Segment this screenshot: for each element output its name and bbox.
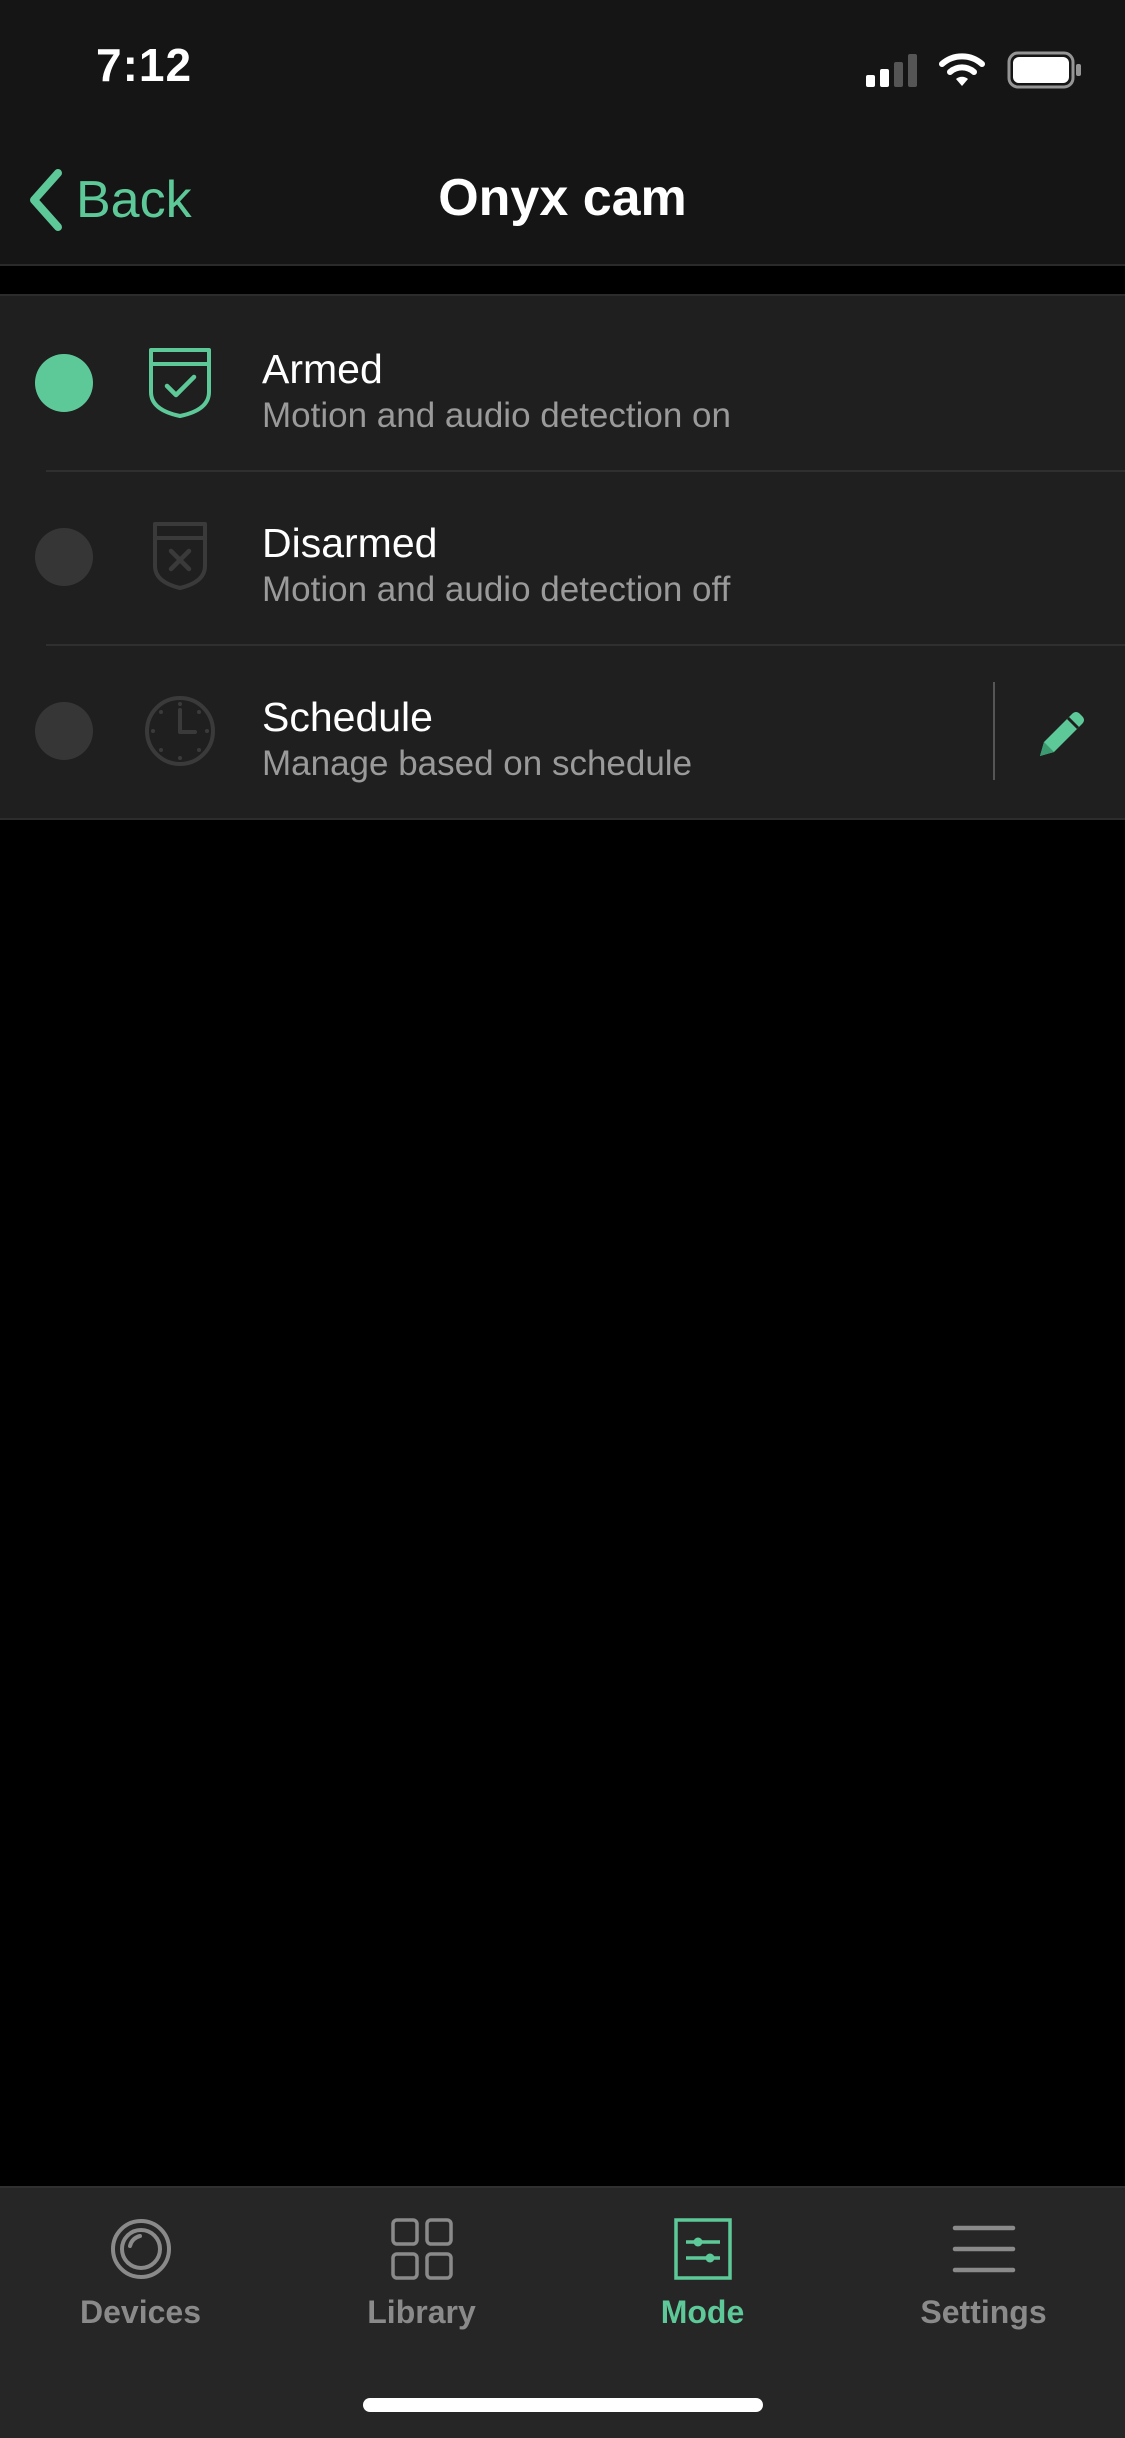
cellular-signal-icon: [866, 53, 917, 87]
mode-subtitle: Motion and audio detection on: [262, 396, 731, 435]
tab-mode[interactable]: Mode: [562, 2188, 843, 2338]
mode-subtitle: Manage based on schedule: [262, 744, 693, 783]
radio-unselected-indicator[interactable]: [35, 702, 93, 760]
sliders-icon: [673, 2218, 732, 2280]
status-time: 7:12: [96, 39, 193, 91]
mode-subtitle: Motion and audio detection off: [262, 570, 731, 609]
row-divider: [993, 682, 995, 780]
tab-devices[interactable]: Devices: [0, 2188, 281, 2338]
mode-title: Disarmed: [262, 520, 438, 566]
menu-icon: [952, 2225, 1015, 2273]
status-icons: [866, 50, 1083, 90]
tab-library[interactable]: Library: [281, 2188, 562, 2338]
mode-row-schedule[interactable]: Schedule Manage based on schedule: [0, 644, 1125, 818]
wifi-icon: [939, 53, 985, 86]
mode-row-disarmed[interactable]: Disarmed Motion and audio detection off: [0, 470, 1125, 644]
grid-icon: [390, 2218, 453, 2280]
mode-row-armed[interactable]: Armed Motion and audio detection on: [0, 296, 1125, 470]
radio-selected-indicator[interactable]: [35, 354, 93, 412]
camera-lens-icon: [110, 2219, 171, 2279]
pencil-icon[interactable]: [1030, 704, 1092, 766]
tab-settings[interactable]: Settings: [843, 2188, 1124, 2338]
top-chrome: 7:12 Back Onyx cam: [0, 0, 1125, 266]
mode-title: Schedule: [262, 694, 433, 740]
tab-label: Library: [367, 2294, 476, 2330]
home-indicator[interactable]: [363, 2398, 763, 2412]
shield-check-icon: [149, 348, 211, 418]
battery-icon: [1007, 51, 1081, 89]
shield-x-icon: [153, 522, 207, 590]
page-title: Onyx cam: [438, 169, 687, 227]
radio-unselected-indicator[interactable]: [35, 528, 93, 586]
mode-title: Armed: [262, 346, 383, 392]
mode-list: Armed Motion and audio detection on Disa…: [0, 294, 1125, 820]
tab-label: Settings: [920, 2294, 1047, 2330]
tab-label: Devices: [80, 2294, 201, 2330]
clock-icon: [145, 696, 215, 766]
tab-label: Mode: [660, 2294, 745, 2330]
